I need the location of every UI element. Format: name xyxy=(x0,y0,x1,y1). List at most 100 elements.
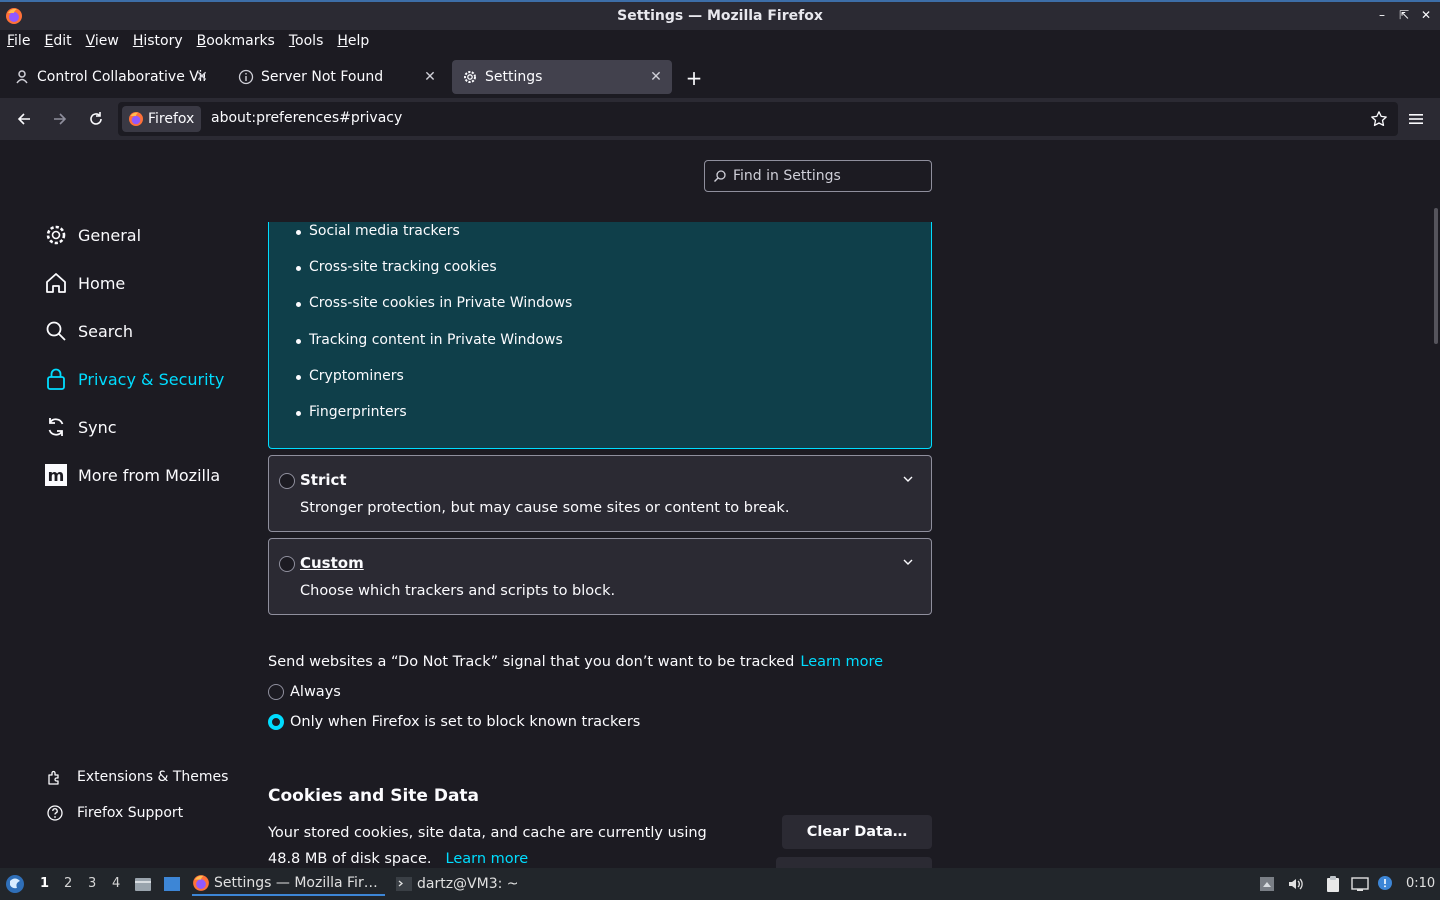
url-text[interactable]: about:preferences#privacy xyxy=(211,110,402,126)
arrow-right-icon xyxy=(54,113,67,125)
sidebar-item-more-from-mozilla[interactable]: m More from Mozilla xyxy=(44,461,220,489)
menu-view[interactable]: View xyxy=(86,33,119,49)
dnt-option-only-when-blocking[interactable]: Only when Firefox is set to block known … xyxy=(268,714,640,730)
menu-history[interactable]: History xyxy=(133,33,183,49)
standard-protection-panel: Social media trackers Cross-site trackin… xyxy=(268,222,932,449)
search-input[interactable] xyxy=(733,168,923,184)
forward-button[interactable] xyxy=(50,109,70,129)
close-tab-icon[interactable]: ✕ xyxy=(194,69,210,85)
bookmark-star-icon[interactable] xyxy=(1370,110,1388,128)
cookies-learn-more-link[interactable]: Learn more xyxy=(446,851,529,867)
menu-bookmarks[interactable]: Bookmarks xyxy=(197,33,275,49)
manage-data-button[interactable] xyxy=(776,857,932,868)
custom-option-card[interactable]: Custom Choose which trackers and scripts… xyxy=(268,538,932,615)
collaboration-icon xyxy=(16,70,28,84)
sidebar-firefox-support[interactable]: Firefox Support xyxy=(46,803,183,823)
back-button[interactable] xyxy=(14,109,34,129)
hamburger-menu-icon[interactable] xyxy=(1406,109,1426,129)
maximize-icon[interactable]: ⇱ xyxy=(1396,6,1412,24)
search-icon xyxy=(714,170,726,182)
gear-icon xyxy=(46,225,66,245)
menu-edit[interactable]: Edit xyxy=(44,33,71,49)
file-manager-icon[interactable] xyxy=(134,875,152,893)
svg-text:m: m xyxy=(48,466,65,485)
firefox-icon xyxy=(193,875,209,891)
reload-button[interactable] xyxy=(86,109,106,129)
strict-radio[interactable] xyxy=(279,473,295,489)
home-icon xyxy=(46,273,66,293)
chevron-down-icon[interactable] xyxy=(901,555,915,569)
start-menu-icon[interactable] xyxy=(5,874,25,894)
dnt-learn-more-link[interactable]: Learn more xyxy=(800,654,883,670)
tab-settings[interactable]: Settings ✕ xyxy=(452,60,672,94)
gear-icon xyxy=(464,71,476,83)
taskbar-app-firefox[interactable]: Settings — Mozilla Fir… xyxy=(192,872,385,896)
dnt-option-always[interactable]: Always xyxy=(268,684,341,700)
list-item: Cross-site cookies in Private Windows xyxy=(295,295,573,311)
strict-option-card[interactable]: Strict Stronger protection, but may caus… xyxy=(268,455,932,532)
firefox-icon xyxy=(129,112,143,126)
menu-tools[interactable]: Tools xyxy=(289,33,324,49)
search-icon xyxy=(46,321,66,341)
firefox-icon xyxy=(6,8,22,24)
chevron-down-icon[interactable] xyxy=(901,472,915,486)
settings-search[interactable] xyxy=(704,160,932,192)
tab-control-collaborative[interactable]: Control Collaborative Virt ✕ xyxy=(4,60,218,94)
notification-icon[interactable] xyxy=(1377,875,1395,893)
sidebar-item-search[interactable]: Search xyxy=(44,317,133,345)
window-title: Settings — Mozilla Firefox xyxy=(617,8,823,24)
show-desktop-icon[interactable] xyxy=(163,875,181,893)
preferences-content: General Home Search Privacy & Security S… xyxy=(0,140,1440,868)
taskbar-app-terminal[interactable]: dartz@VM3: ~ xyxy=(395,872,519,896)
close-tab-icon[interactable]: ✕ xyxy=(422,69,438,85)
window-titlebar: Settings — Mozilla Firefox – ⇱ ✕ xyxy=(0,0,1440,30)
cookies-description: Your stored cookies, site data, and cach… xyxy=(268,825,707,867)
url-bar[interactable]: Firefox about:preferences#privacy xyxy=(118,102,1398,136)
workspace-1[interactable]: 1 xyxy=(40,876,49,891)
close-tab-icon[interactable]: ✕ xyxy=(648,69,664,85)
workspace-4[interactable]: 4 xyxy=(112,876,120,891)
volume-icon[interactable] xyxy=(1287,875,1305,893)
sync-icon xyxy=(48,418,64,436)
list-item: Cross-site tracking cookies xyxy=(296,259,497,275)
identity-box[interactable]: Firefox xyxy=(122,106,202,132)
menu-help[interactable]: Help xyxy=(337,33,369,49)
dnt-description: Send websites a “Do Not Track” signal th… xyxy=(268,654,884,670)
custom-description: Choose which trackers and scripts to blo… xyxy=(300,583,616,599)
sidebar-item-privacy[interactable]: Privacy & Security xyxy=(44,365,224,393)
arrow-left-icon xyxy=(17,113,30,125)
terminal-icon xyxy=(396,877,412,891)
navigation-toolbar: Firefox about:preferences#privacy xyxy=(0,98,1440,140)
list-item: Cryptominers xyxy=(296,368,404,384)
clear-data-button[interactable]: Clear Data… xyxy=(782,815,932,849)
workspace-2[interactable]: 2 xyxy=(64,876,72,891)
sidebar-item-home[interactable]: Home xyxy=(44,269,125,297)
dnt-always-radio[interactable] xyxy=(268,684,284,700)
strict-title: Strict xyxy=(300,471,347,489)
sidebar-item-general[interactable]: General xyxy=(44,221,141,249)
dnt-only-when-radio[interactable] xyxy=(268,714,284,730)
lock-icon xyxy=(47,368,65,390)
close-window-icon[interactable]: ✕ xyxy=(1418,6,1434,24)
menu-bar: File Edit View History Bookmarks Tools H… xyxy=(0,30,1440,52)
tab-strip: Control Collaborative Virt ✕ Server Not … xyxy=(0,56,1440,98)
tab-server-not-found[interactable]: Server Not Found ✕ xyxy=(228,60,446,94)
new-tab-button[interactable]: + xyxy=(684,68,704,88)
sidebar-item-sync[interactable]: Sync xyxy=(44,413,117,441)
tray-arrow-icon[interactable] xyxy=(1258,875,1276,893)
workspace-3[interactable]: 3 xyxy=(88,876,96,891)
scrollbar-thumb[interactable] xyxy=(1434,208,1438,344)
system-taskbar: 1 2 3 4 Settings — Mozilla Fir… dartz@VM… xyxy=(0,868,1440,900)
sidebar-extensions-themes[interactable]: Extensions & Themes xyxy=(46,767,228,787)
clipboard-icon[interactable] xyxy=(1324,875,1342,893)
list-item: Social media trackers xyxy=(296,223,460,239)
network-icon[interactable] xyxy=(1351,875,1369,893)
menu-file[interactable]: File xyxy=(7,33,30,49)
custom-radio[interactable] xyxy=(279,556,295,572)
reload-icon xyxy=(90,112,102,125)
mozilla-icon: m xyxy=(45,464,67,486)
puzzle-piece-icon xyxy=(48,770,59,785)
list-item: Tracking content in Private Windows xyxy=(296,332,563,348)
info-icon xyxy=(238,69,254,85)
minimize-icon[interactable]: – xyxy=(1374,6,1390,24)
